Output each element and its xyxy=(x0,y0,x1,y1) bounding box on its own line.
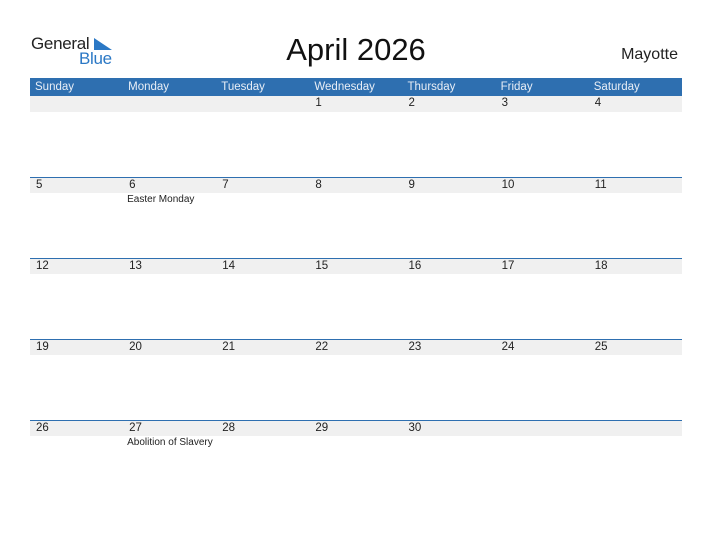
day-number: 26 xyxy=(36,422,49,434)
day-number: 17 xyxy=(501,260,515,272)
holiday-label xyxy=(589,436,682,450)
day-number: 14 xyxy=(222,260,236,272)
day-number xyxy=(30,96,123,112)
day-number: 13 xyxy=(129,260,142,272)
weekday-tuesday: Tuesday xyxy=(221,81,265,93)
weekday-thursday: Thursday xyxy=(407,81,456,93)
day-number: 21 xyxy=(222,341,236,353)
day-number: 8 xyxy=(315,179,322,191)
holiday-label xyxy=(403,193,496,207)
day-number: 24 xyxy=(501,341,515,353)
weeks-container: 1 2 3 4 5 6 7 8 9 10 11 Easter Monday 12 13 14 15 16 17 18… xyxy=(30,96,682,501)
week-row: 26 27 28 29 30 Abolition of Slavery xyxy=(30,420,682,501)
day-number: 3 xyxy=(501,97,509,109)
day-number: 5 xyxy=(36,179,43,191)
day-number: 6 xyxy=(129,179,136,191)
events-row: Easter Monday xyxy=(30,193,682,207)
week-row: 12 13 14 15 16 17 18 xyxy=(30,258,682,339)
calendar-title: April 2026 xyxy=(286,32,426,67)
day-number: 4 xyxy=(594,97,602,109)
holiday-label: Abolition of Slavery xyxy=(127,437,213,448)
holiday-label xyxy=(309,436,402,450)
week-row: 1 2 3 4 xyxy=(30,96,682,177)
day-number: 27 xyxy=(129,422,142,434)
weekday-header: Sunday Monday Tuesday Wednesday Thursday… xyxy=(30,78,682,96)
calendar-grid: Sunday Monday Tuesday Wednesday Thursday… xyxy=(30,78,682,501)
holiday-label xyxy=(309,193,402,207)
day-number: 12 xyxy=(36,260,49,272)
holiday-label: Easter Monday xyxy=(127,194,195,205)
week-row: 5 6 7 8 9 10 11 Easter Monday xyxy=(30,177,682,258)
day-number: 1 xyxy=(315,97,322,109)
day-number: 30 xyxy=(408,422,422,434)
day-number xyxy=(589,421,682,436)
day-number: 19 xyxy=(36,341,49,353)
holiday-label xyxy=(403,436,496,450)
holiday-label xyxy=(30,193,123,207)
day-number: 9 xyxy=(408,179,415,191)
day-number: 2 xyxy=(408,97,415,109)
weekday-saturday: Saturday xyxy=(593,81,640,93)
holiday-label xyxy=(496,193,589,207)
weekday-sunday: Sunday xyxy=(35,81,75,93)
holiday-label xyxy=(216,436,309,450)
day-number xyxy=(496,421,589,436)
day-number: 22 xyxy=(315,341,329,353)
weekday-monday: Monday xyxy=(128,81,170,93)
day-number xyxy=(216,96,309,112)
events-row: Abolition of Slavery xyxy=(30,436,682,450)
holiday-label xyxy=(589,193,682,207)
day-number: 7 xyxy=(222,179,229,191)
date-bar: 5 6 7 8 9 10 11 xyxy=(30,177,682,193)
date-bar: 19 20 21 22 23 24 25 xyxy=(30,339,682,355)
week-row: 19 20 21 22 23 24 25 xyxy=(30,339,682,420)
holiday-label xyxy=(30,436,123,450)
day-number: 28 xyxy=(222,422,236,434)
day-number: 15 xyxy=(315,260,329,272)
date-bar: 1 2 3 4 xyxy=(30,96,682,112)
day-number: 20 xyxy=(129,341,142,353)
holiday-label xyxy=(216,193,309,207)
day-number: 10 xyxy=(501,179,515,191)
weekday-wednesday: Wednesday xyxy=(314,81,375,93)
day-number: 25 xyxy=(594,341,608,353)
day-number: 23 xyxy=(408,341,422,353)
holiday-label xyxy=(496,436,589,450)
day-number: 29 xyxy=(315,422,329,434)
day-number: 16 xyxy=(408,260,422,272)
day-number: 18 xyxy=(594,260,608,272)
day-number: 11 xyxy=(594,179,607,191)
day-number xyxy=(123,96,216,112)
country-label: Mayotte xyxy=(621,46,678,63)
weekday-friday: Friday xyxy=(500,81,533,93)
date-bar: 26 27 28 29 30 xyxy=(30,420,682,436)
date-bar: 12 13 14 15 16 17 18 xyxy=(30,258,682,274)
